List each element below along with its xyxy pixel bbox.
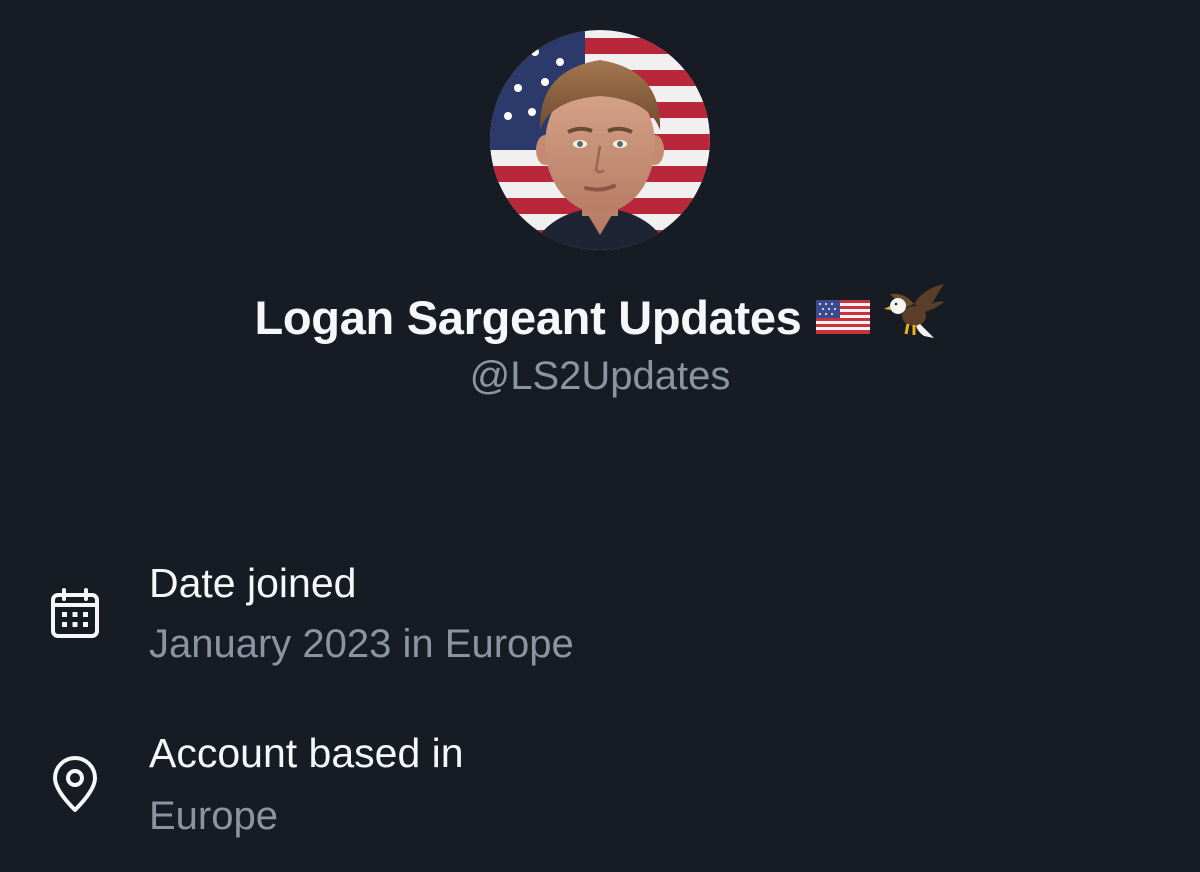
account-info-page: Logan Sargeant Updates @LS2Updates Date … xyxy=(0,0,1200,872)
username-handle: @LS2Updates xyxy=(469,354,731,398)
eagle-icon xyxy=(883,282,946,354)
location-pin-icon xyxy=(48,756,102,819)
account-based-in-value: Europe xyxy=(149,794,278,838)
avatar[interactable] xyxy=(490,30,710,250)
date-joined-label: Date joined xyxy=(149,560,357,606)
calendar-icon xyxy=(48,587,102,646)
display-name-row: Logan Sargeant Updates xyxy=(0,282,1200,354)
us-flag-icon xyxy=(815,288,870,348)
date-joined-value: January 2023 in Europe xyxy=(149,622,574,666)
display-name: Logan Sargeant Updates xyxy=(254,291,802,344)
avatar-image xyxy=(490,30,710,250)
account-based-in-label: Account based in xyxy=(149,730,464,776)
